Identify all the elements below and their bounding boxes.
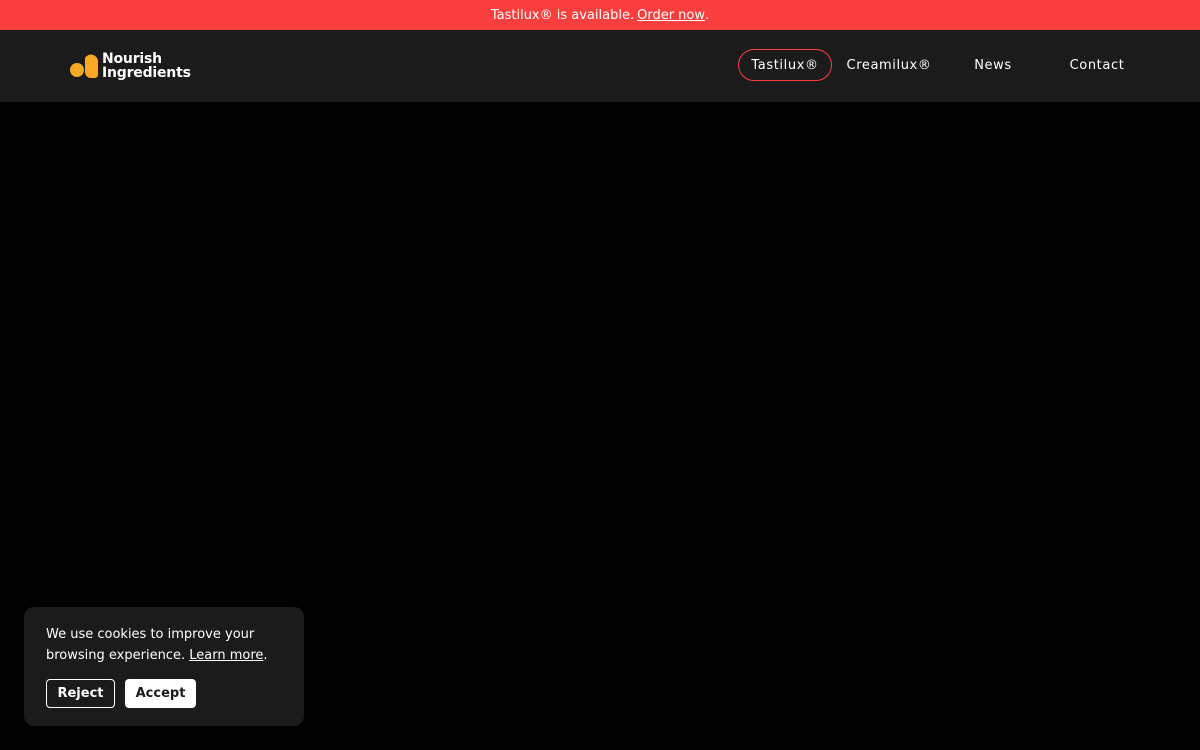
logo-mark-icon: [70, 52, 98, 80]
nav-item-tastilux[interactable]: Tastilux®: [738, 49, 832, 81]
reject-button[interactable]: Reject: [46, 679, 115, 708]
accept-button[interactable]: Accept: [125, 679, 196, 708]
announcement-text: Tastilux® is available.: [490, 7, 635, 23]
announcement-suffix: .: [705, 7, 710, 23]
cookie-message: We use cookies to improve your browsing …: [46, 624, 286, 666]
nav-item-news[interactable]: News: [960, 49, 1026, 81]
learn-more-link[interactable]: Learn more: [189, 648, 263, 663]
order-now-link[interactable]: Order now: [637, 8, 705, 23]
announcement-bar: Tastilux® is available. Order now .: [0, 0, 1200, 30]
cookie-suffix: .: [263, 648, 268, 663]
brand-line-2: Ingredients: [102, 65, 191, 81]
nav-item-contact[interactable]: Contact: [1058, 49, 1136, 81]
cookie-banner: We use cookies to improve your browsing …: [24, 607, 304, 726]
brand-line-1: Nourish: [102, 51, 162, 67]
brand-logo[interactable]: Nourish Ingredients: [70, 50, 191, 82]
brand-name: Nourish Ingredients: [102, 52, 191, 80]
nav-item-creamilux[interactable]: Creamilux®: [840, 49, 938, 81]
